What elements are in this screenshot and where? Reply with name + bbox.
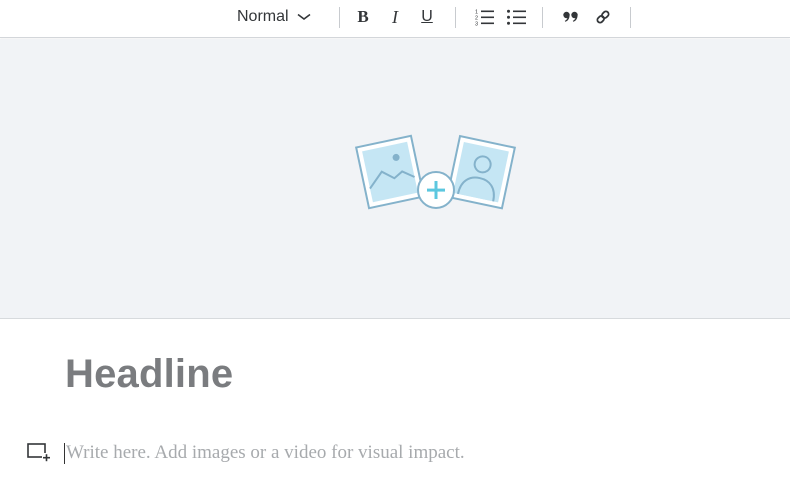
ordered-list-button[interactable]: 1 2 3 — [473, 4, 497, 30]
quote-icon — [563, 11, 578, 22]
underline-button[interactable]: U — [416, 4, 438, 30]
body-text-field[interactable]: Write here. Add images or a video for vi… — [66, 442, 465, 464]
media-upload-area[interactable] — [0, 39, 790, 319]
add-media-button[interactable] — [26, 441, 52, 463]
toolbar-divider — [455, 7, 456, 28]
italic-icon: I — [392, 6, 398, 27]
link-button[interactable] — [592, 4, 614, 30]
bullet-list-button[interactable] — [505, 4, 529, 30]
text-style-value: Normal — [237, 8, 289, 25]
add-media-icon — [27, 443, 51, 462]
chevron-down-icon — [297, 13, 311, 21]
underline-icon: U — [421, 8, 433, 25]
add-images-icon — [355, 134, 516, 210]
link-icon — [596, 10, 610, 24]
bold-button[interactable]: B — [352, 4, 374, 30]
ordered-list-icon: 1 2 3 — [475, 10, 494, 27]
formatting-toolbar: Normal B I U 1 2 3 — [0, 0, 790, 38]
headline-field[interactable]: Headline — [65, 352, 233, 397]
text-style-dropdown[interactable]: Normal — [234, 4, 318, 30]
text-cursor — [64, 443, 65, 464]
italic-button[interactable]: I — [384, 4, 406, 30]
toolbar-divider — [630, 7, 631, 28]
bullet-list-icon — [507, 9, 526, 25]
toolbar-divider — [542, 7, 543, 28]
bold-icon: B — [357, 7, 369, 26]
blockquote-button[interactable] — [560, 4, 582, 30]
svg-text:3: 3 — [475, 22, 478, 27]
editor-page: Normal B I U 1 2 3 Headline Write here. … — [0, 0, 790, 478]
toolbar-divider — [339, 7, 340, 28]
